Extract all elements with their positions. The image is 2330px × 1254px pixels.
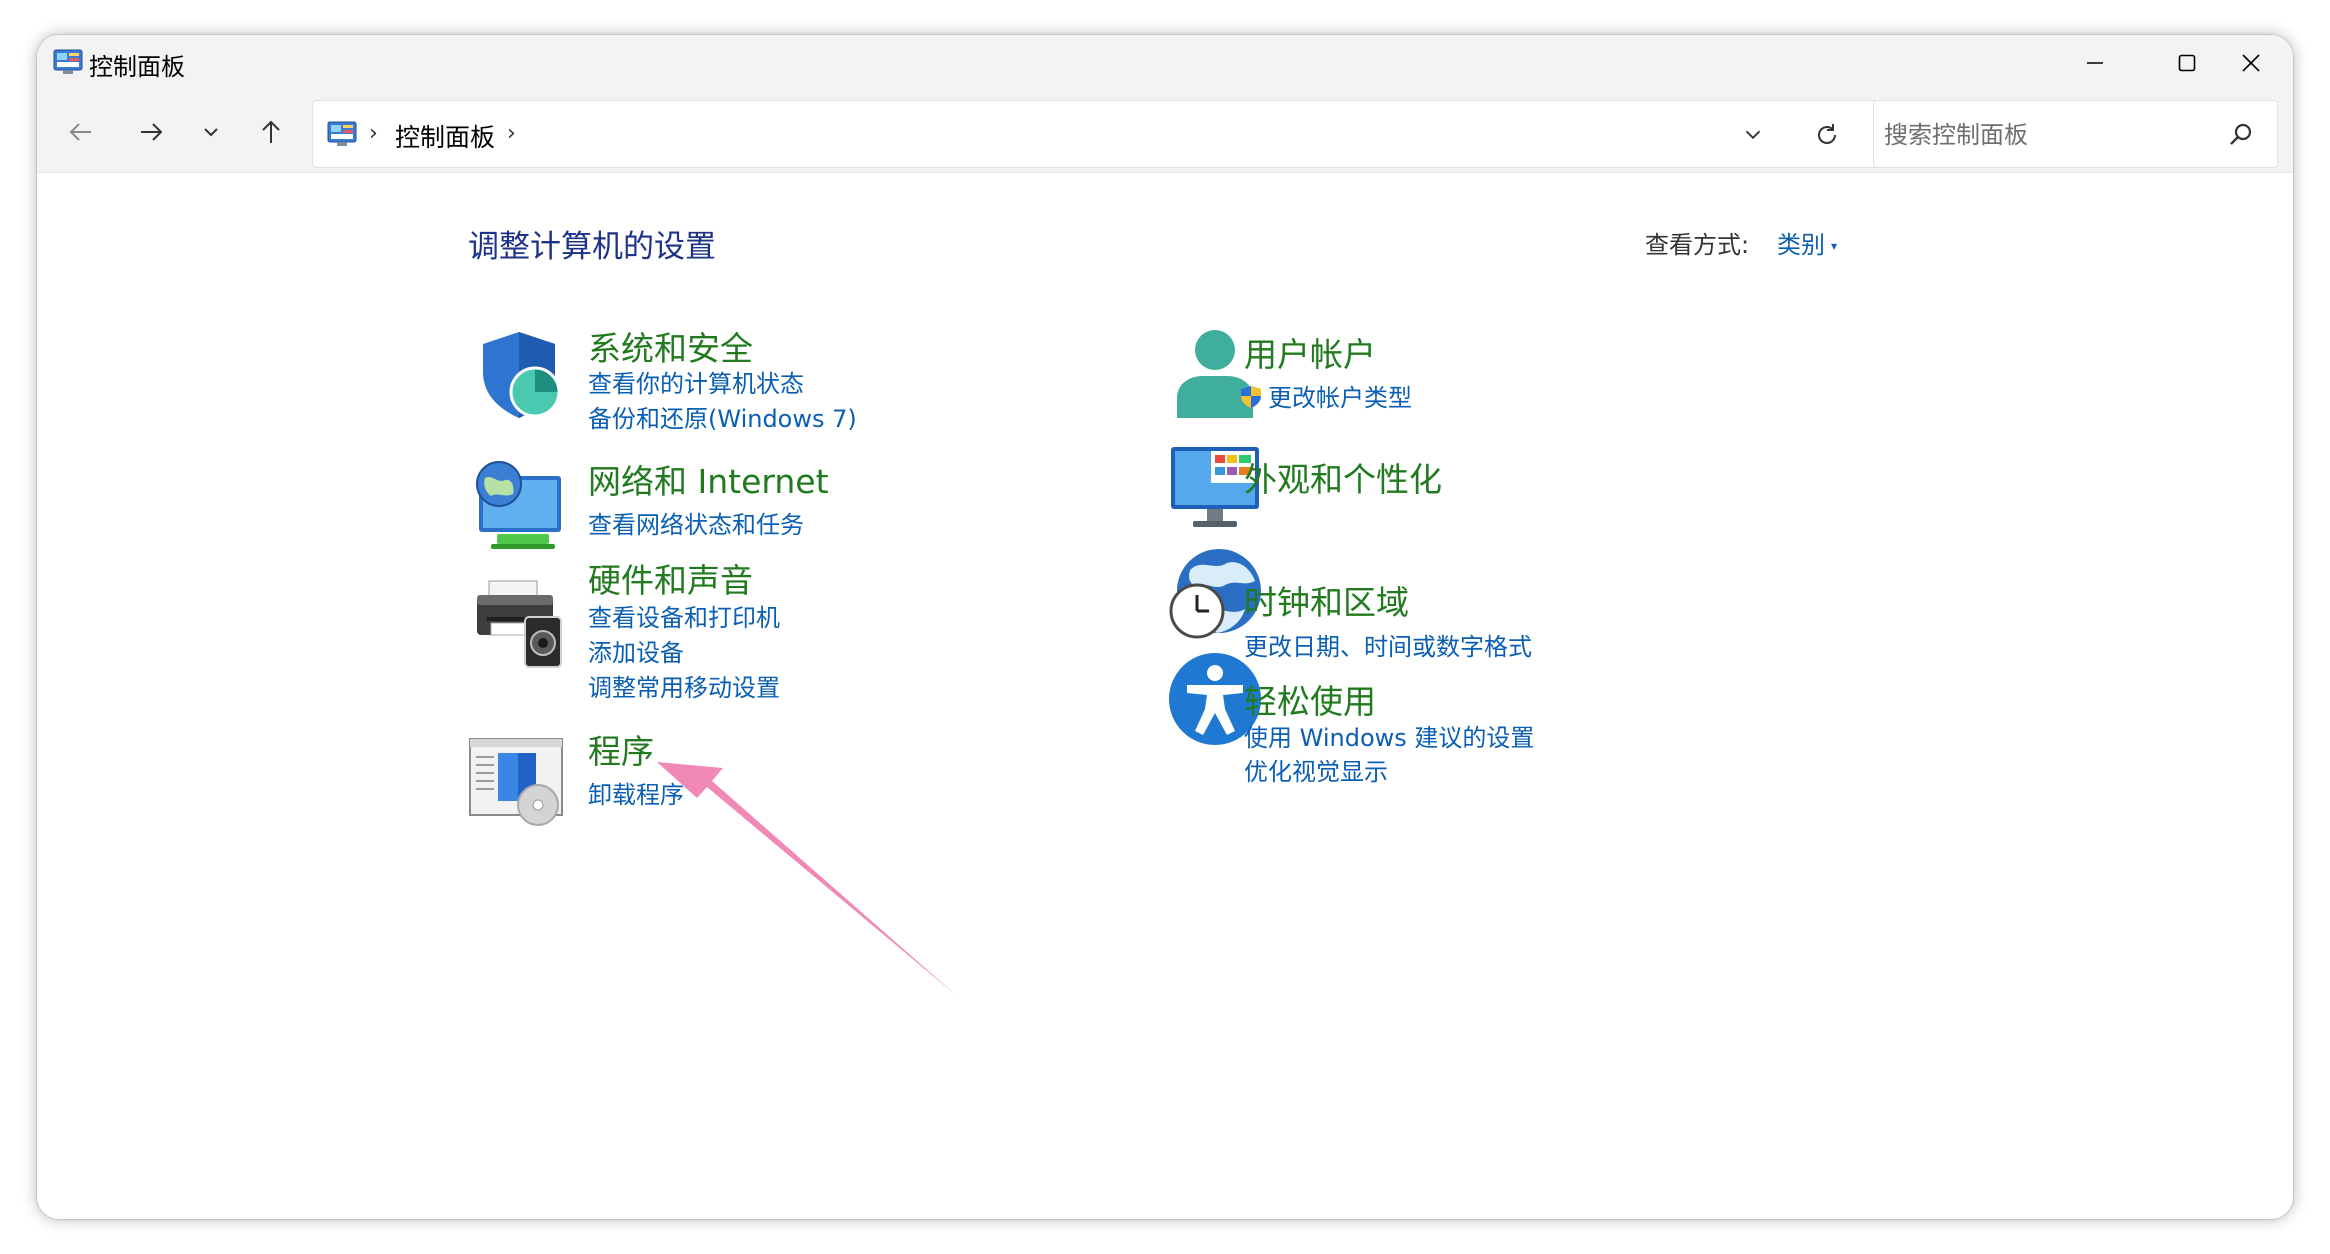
control-panel-window: 控制面板 › 控制面板 › 搜索控制面板 调整计算机的设置 查看方式: 类别 ▾… [37, 35, 2293, 1219]
programs-title[interactable]: 程序 [588, 725, 654, 773]
annotation-arrow [657, 762, 957, 996]
forward-button[interactable] [123, 91, 179, 173]
network-title[interactable]: 网络和 Internet [588, 455, 829, 503]
network-globe-icon[interactable] [471, 456, 567, 552]
system-security-title[interactable]: 系统和安全 [588, 322, 753, 370]
arrow-right-icon [141, 123, 163, 141]
clock-region-title[interactable]: 时钟和区域 [1244, 576, 1409, 624]
view-by-dropdown[interactable]: 类别 ▾ [1777, 225, 1837, 260]
minimize-icon [2087, 62, 2103, 64]
mobility-settings-link[interactable]: 调整常用移动设置 [588, 668, 780, 703]
close-icon [2242, 54, 2260, 72]
view-devices-printers-link[interactable]: 查看设备和打印机 [588, 598, 780, 633]
ease-of-access-title[interactable]: 轻松使用 [1244, 675, 1376, 723]
navigation-bar: › 控制面板 › [37, 91, 2293, 173]
breadcrumb-separator-icon[interactable]: › [507, 121, 516, 146]
title-bar[interactable]: 控制面板 [37, 35, 2293, 91]
breadcrumb-separator-icon[interactable]: › [369, 121, 378, 146]
control-panel-icon [327, 121, 357, 146]
hardware-sound-title[interactable]: 硬件和声音 [588, 554, 753, 602]
chevron-down-icon [204, 128, 218, 137]
search-box[interactable] [1873, 100, 2278, 168]
up-button[interactable] [243, 91, 299, 173]
chevron-down-icon [1745, 130, 1761, 140]
optimize-visual-display-link[interactable]: 优化视觉显示 [1244, 752, 1388, 787]
recommended-settings-link[interactable]: 使用 Windows 建议的设置 [1244, 718, 1534, 753]
user-accounts-title[interactable]: 用户帐户 [1244, 328, 1376, 376]
search-input[interactable] [1884, 115, 2214, 155]
backup-restore-link[interactable]: 备份和还原(Windows 7) [588, 399, 857, 434]
uninstall-program-link[interactable]: 卸载程序 [588, 775, 684, 810]
window-title: 控制面板 [89, 53, 185, 81]
arrow-left-icon [69, 123, 91, 141]
refresh-icon [1818, 124, 1836, 144]
change-date-time-format-link[interactable]: 更改日期、时间或数字格式 [1244, 627, 1532, 662]
view-by-value: 类别 [1777, 231, 1825, 259]
control-panel-app-icon [53, 49, 83, 74]
change-account-type-text: 更改帐户类型 [1268, 384, 1412, 412]
uac-shield-icon [1241, 386, 1261, 408]
view-network-status-link[interactable]: 查看网络状态和任务 [588, 505, 804, 540]
add-device-link[interactable]: 添加设备 [588, 633, 684, 668]
caret-down-icon: ▾ [1831, 239, 1838, 253]
recent-locations-button[interactable] [183, 91, 239, 173]
change-account-type-link[interactable]: 更改帐户类型 [1238, 378, 1412, 413]
view-by-label: 查看方式: [1645, 231, 1750, 259]
appearance-title[interactable]: 外观和个性化 [1244, 453, 1442, 501]
breadcrumb-item[interactable]: 控制面板 [395, 118, 495, 154]
arrow-up-icon [262, 120, 280, 143]
printer-speaker-icon[interactable] [471, 577, 567, 673]
page-title: 调整计算机的设置 [468, 229, 716, 265]
maximize-icon [2178, 54, 2196, 72]
address-bar[interactable]: › 控制面板 › [312, 100, 1903, 168]
refresh-button[interactable] [1807, 115, 1847, 155]
shield-icon[interactable] [471, 326, 567, 422]
address-dropdown-button[interactable] [1733, 115, 1773, 155]
back-button[interactable] [53, 91, 109, 173]
close-button[interactable] [2209, 35, 2293, 91]
view-computer-status-link[interactable]: 查看你的计算机状态 [588, 364, 804, 399]
search-icon[interactable] [2224, 119, 2256, 151]
minimize-button[interactable] [2049, 35, 2141, 91]
programs-icon[interactable] [468, 733, 564, 829]
